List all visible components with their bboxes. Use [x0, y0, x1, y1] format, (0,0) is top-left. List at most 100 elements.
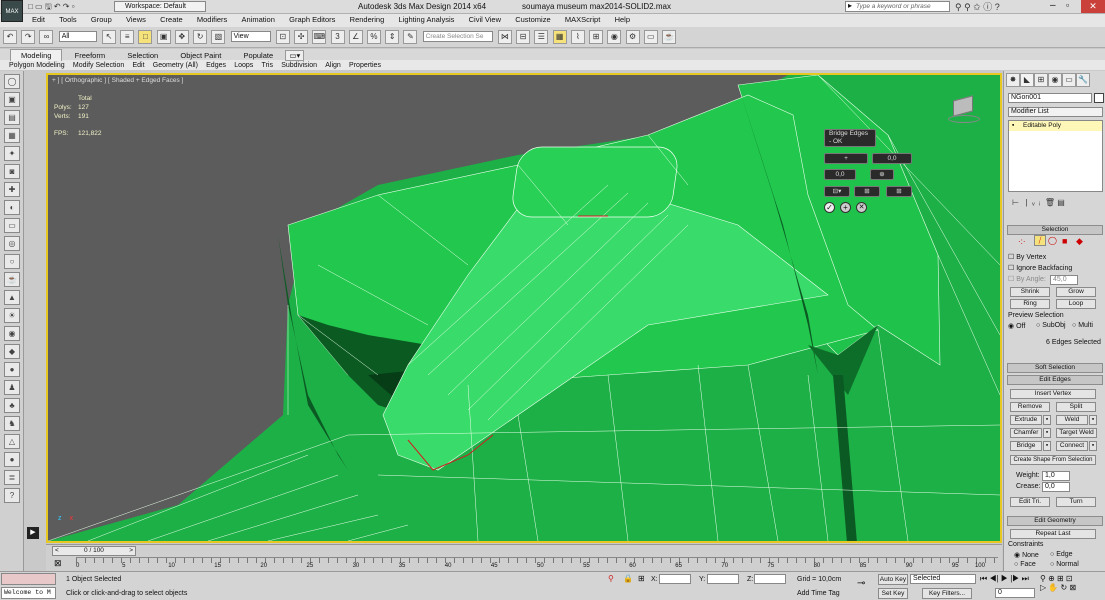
- ignore-backfacing-checkbox[interactable]: ☐ Ignore Backfacing: [1008, 264, 1072, 272]
- hedra-icon[interactable]: ◆: [4, 344, 20, 359]
- panel-tris[interactable]: Tris: [259, 62, 276, 69]
- modifier-list-dropdown[interactable]: Modifier List: [1008, 107, 1103, 117]
- select-by-name-icon[interactable]: ≡: [120, 30, 135, 44]
- y-coordinate-field[interactable]: [707, 574, 739, 584]
- select-object-icon[interactable]: ↖: [101, 30, 116, 44]
- selection-filter-dropdown[interactable]: All: [58, 31, 97, 42]
- maxscript-listener[interactable]: [1, 573, 56, 585]
- caddy-ok-icon[interactable]: ✓: [824, 202, 835, 213]
- x-coordinate-field[interactable]: [659, 574, 691, 584]
- snap-3d-icon[interactable]: 3: [330, 30, 345, 44]
- animal-icon[interactable]: ♞: [4, 416, 20, 431]
- key-filters-button[interactable]: Key Filters...: [922, 588, 972, 599]
- bridge-settings-button[interactable]: ▪: [1043, 441, 1051, 451]
- weld-settings-button[interactable]: ▪: [1089, 415, 1097, 425]
- rollout-selection[interactable]: Selection: [1007, 225, 1103, 235]
- keyboard-shortcut-icon[interactable]: ⌨: [312, 30, 327, 44]
- minimize-button[interactable]: –: [1050, 0, 1056, 11]
- connect-settings-button[interactable]: ▪: [1089, 441, 1097, 451]
- layer-manager-icon[interactable]: ☰: [534, 30, 549, 44]
- move-icon[interactable]: ✥: [174, 30, 189, 44]
- app-logo-icon[interactable]: MAX: [1, 0, 23, 22]
- infocenter-icons[interactable]: ⚲ ⚲ ✩ ⓘ ?: [955, 0, 1000, 13]
- grow-button[interactable]: Grow: [1056, 287, 1096, 297]
- rotate-icon[interactable]: ↻: [193, 30, 208, 44]
- vertex-mode-icon[interactable]: ·:·: [1018, 237, 1026, 246]
- menu-edit[interactable]: Edit: [26, 14, 51, 24]
- mirror-icon[interactable]: ⋈: [497, 30, 512, 44]
- stack-item-editable-poly[interactable]: ▪ Editable Poly: [1009, 121, 1102, 131]
- remove-button[interactable]: Remove: [1010, 402, 1050, 412]
- panel-polygon-modeling[interactable]: Polygon Modeling: [6, 62, 68, 69]
- teapot-icon[interactable]: ☕: [4, 272, 20, 287]
- constraint-normal-radio[interactable]: ○ Normal: [1050, 561, 1079, 568]
- torus-icon[interactable]: ◎: [4, 236, 20, 251]
- helper-icon[interactable]: ✚: [4, 182, 20, 197]
- menu-views[interactable]: Views: [120, 14, 152, 24]
- panel-properties[interactable]: Properties: [346, 62, 384, 69]
- caddy-pick-2[interactable]: ⊞: [886, 186, 912, 197]
- select-manipulate-icon[interactable]: ✣: [294, 30, 309, 44]
- panel-loops[interactable]: Loops: [231, 62, 256, 69]
- edit-tri-button[interactable]: Edit Tri.: [1010, 497, 1050, 507]
- menu-graph-editors[interactable]: Graph Editors: [283, 14, 341, 24]
- by-angle-field[interactable]: 45,0: [1050, 275, 1078, 285]
- chamfer-button[interactable]: Chamfer: [1010, 428, 1042, 438]
- target-weld-button[interactable]: Target Weld: [1056, 428, 1097, 438]
- graphite-toggle-icon[interactable]: ▦: [552, 30, 567, 44]
- split-button[interactable]: Split: [1056, 402, 1096, 412]
- polygon-mode-icon[interactable]: ■: [1062, 236, 1067, 246]
- chamfer-settings-button[interactable]: ▪: [1043, 428, 1051, 438]
- playback-controls[interactable]: ⏮ ◀| ▶ |▶ ⏭: [980, 574, 1029, 584]
- grid-icon[interactable]: ▦: [4, 128, 20, 143]
- viewport-label-shading[interactable]: [ Shaded + Edged Faces ]: [108, 77, 183, 84]
- pivot-center-icon[interactable]: ⊡: [275, 30, 290, 44]
- reference-coord-dropdown[interactable]: View: [230, 31, 271, 42]
- panel-geometry-all[interactable]: Geometry (All): [150, 62, 201, 69]
- preview-off-radio[interactable]: ◉ Off: [1008, 322, 1025, 330]
- selection-region-icon[interactable]: □: [138, 30, 153, 44]
- caddy-segments[interactable]: +: [824, 153, 868, 164]
- time-slider[interactable]: <0 / 100 >: [52, 546, 136, 556]
- close-button[interactable]: ✕: [1081, 0, 1105, 13]
- undo-icon[interactable]: ↶: [3, 30, 17, 44]
- edge-mode-icon[interactable]: ⧸: [1034, 235, 1046, 246]
- by-vertex-checkbox[interactable]: ☐ By Vertex: [1008, 253, 1046, 261]
- caddy-bias[interactable]: 0,0: [824, 169, 856, 180]
- help-icon[interactable]: ?: [4, 488, 20, 503]
- isolate-icon[interactable]: ⚲: [608, 574, 614, 583]
- border-mode-icon[interactable]: ◯: [1048, 236, 1057, 245]
- key-icon[interactable]: ⊸: [857, 578, 865, 589]
- preview-subobj-radio[interactable]: ○ SubObj: [1036, 322, 1066, 329]
- add-time-tag-button[interactable]: Add Time Tag: [797, 590, 840, 597]
- window-crossing-icon[interactable]: ▣: [156, 30, 171, 44]
- weight-field[interactable]: 1,0: [1042, 471, 1070, 481]
- extrude-button[interactable]: Extrude: [1010, 415, 1042, 425]
- hierarchy-tab-icon[interactable]: ⊞: [1034, 73, 1048, 87]
- menu-create[interactable]: Create: [154, 14, 189, 24]
- material-editor-icon[interactable]: ◉: [607, 30, 622, 44]
- panel-align[interactable]: Align: [322, 62, 344, 69]
- constraint-face-radio[interactable]: ○ Face: [1014, 561, 1036, 568]
- geosphere-icon[interactable]: ◉: [4, 326, 20, 341]
- person-icon[interactable]: ♟: [4, 380, 20, 395]
- percent-snap-icon[interactable]: %: [366, 30, 381, 44]
- current-frame-field[interactable]: 0: [995, 588, 1035, 598]
- rendered-frame-icon[interactable]: ▭: [643, 30, 658, 44]
- edit-named-sets-icon[interactable]: ✎: [403, 30, 418, 44]
- menu-maxscript[interactable]: MAXScript: [559, 14, 606, 24]
- cone-icon[interactable]: ▲: [4, 290, 20, 305]
- ball-icon[interactable]: ●: [4, 452, 20, 467]
- z-coordinate-field[interactable]: [754, 574, 786, 584]
- rollout-edit-geometry[interactable]: Edit Geometry: [1007, 516, 1103, 526]
- insert-vertex-button[interactable]: Insert Vertex: [1010, 389, 1096, 399]
- scale-icon[interactable]: ▧: [211, 30, 226, 44]
- lock-selection-icon[interactable]: 🔒: [623, 574, 633, 583]
- by-angle-checkbox[interactable]: ☐ By Angle:: [1008, 275, 1046, 283]
- panel-edit[interactable]: Edit: [129, 62, 147, 69]
- lights-icon[interactable]: ✦: [4, 146, 20, 161]
- light-omni-icon[interactable]: ☀: [4, 308, 20, 323]
- extrude-settings-button[interactable]: ▪: [1043, 415, 1051, 425]
- workspace-dropdown[interactable]: Workspace: Default: [114, 1, 206, 12]
- material-icon[interactable]: ●: [4, 362, 20, 377]
